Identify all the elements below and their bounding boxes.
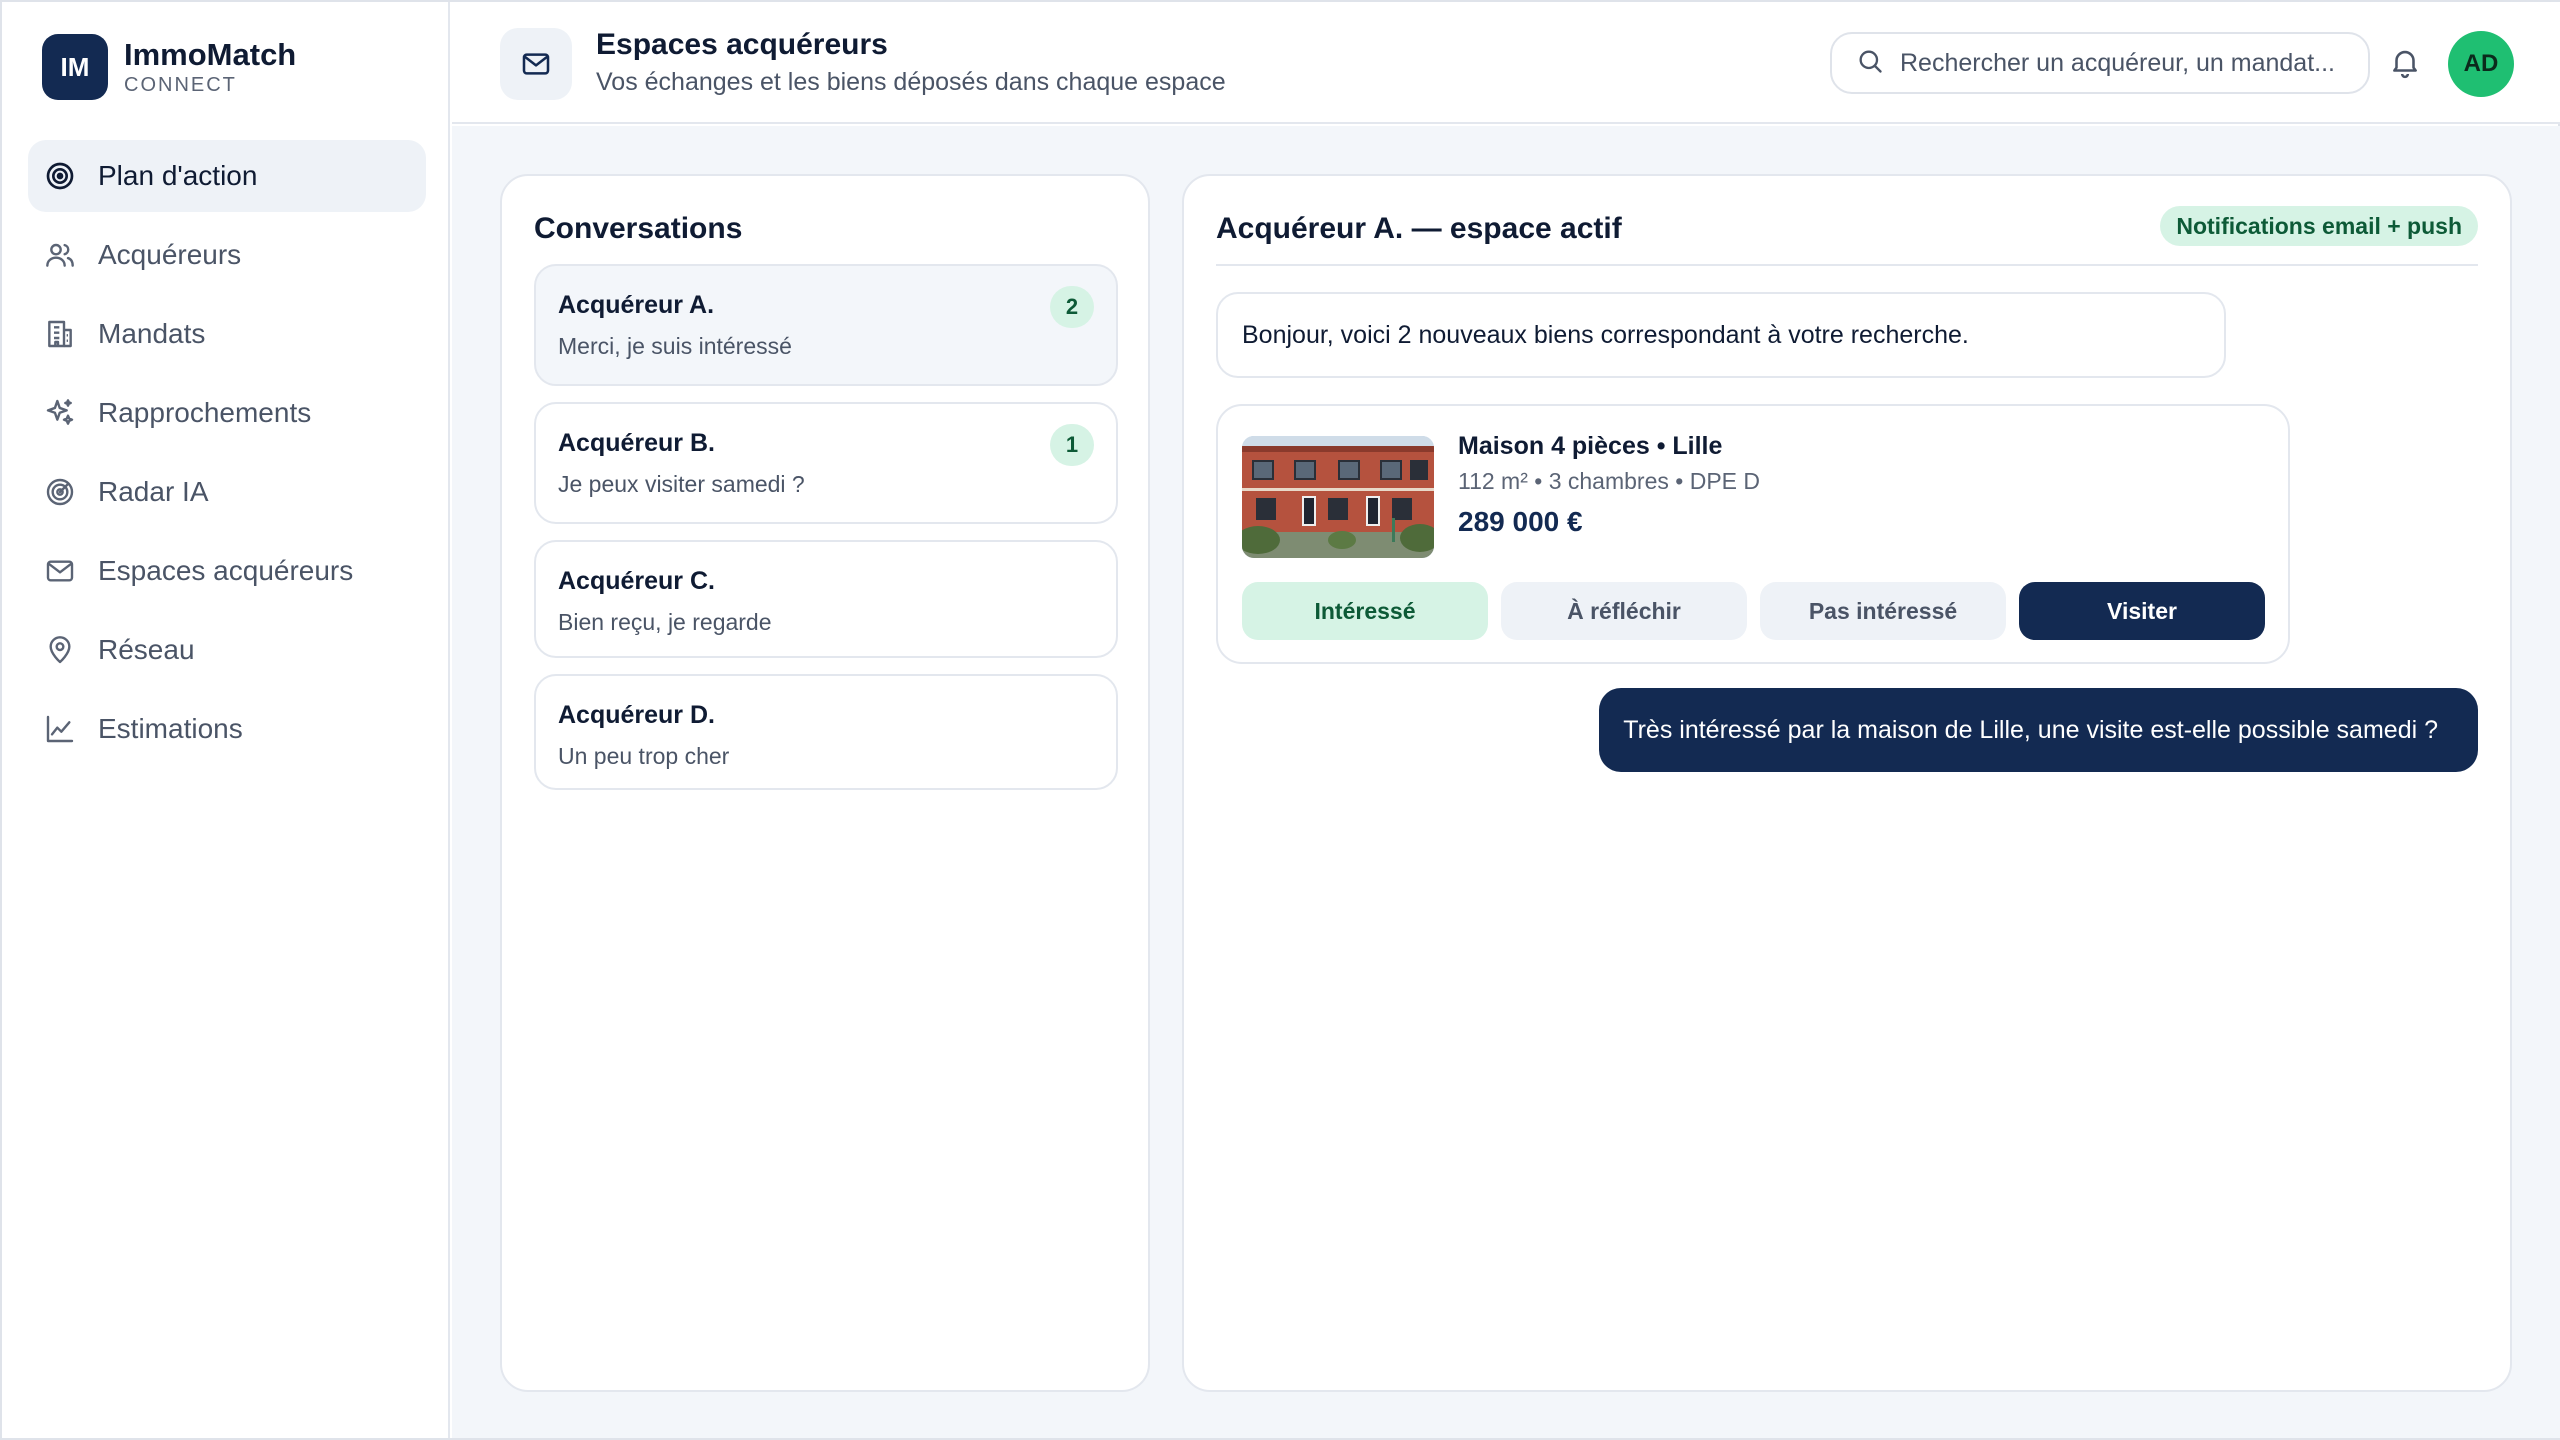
sidebar-item-label: Réseau (98, 634, 195, 665)
conversation-name: Acquéreur B. (558, 429, 715, 457)
chat-title: Acquéreur A. — espace actif (1216, 212, 1622, 245)
conversation-preview: Je peux visiter samedi ? (558, 471, 805, 497)
bell-icon[interactable] (2388, 45, 2422, 79)
sparkles-icon (44, 397, 76, 429)
page-subtitle: Vos échanges et les biens déposés dans c… (596, 68, 1226, 96)
search-box[interactable] (1830, 32, 2370, 94)
search-input[interactable] (1900, 48, 2360, 78)
sidebar-item-label: Rapprochements (98, 397, 312, 428)
property-actions: Intéressé À réfléchir Pas intéressé Visi… (1242, 582, 2265, 640)
brand-subtitle: CONNECT (124, 74, 237, 96)
sidebar-item-mandats[interactable]: Mandats (28, 298, 426, 370)
notification-badge: Notifications email + push (2160, 206, 2478, 246)
property-price: 289 000 € (1458, 506, 1583, 537)
unread-badge: 1 (1050, 424, 1094, 466)
target-icon (44, 160, 76, 192)
sidebar-item-rapprochements[interactable]: Rapprochements (28, 377, 426, 449)
sidebar-item-label: Plan d'action (98, 160, 258, 191)
sidebar-item-label: Mandats (98, 318, 206, 349)
chart-line-icon (44, 713, 76, 745)
conversation-list: Acquéreur A. Merci, je suis intéressé 2 … (534, 264, 1118, 806)
main-content: Conversations Acquéreur A. Merci, je sui… (452, 126, 2560, 1438)
outgoing-message: Très intéressé par la maison de Lille, u… (1599, 688, 2478, 772)
property-title: Maison 4 pièces • Lille (1458, 432, 1723, 460)
sidebar-item-plan-action[interactable]: Plan d'action (28, 140, 426, 212)
conversations-panel: Conversations Acquéreur A. Merci, je sui… (500, 174, 1150, 1392)
conversation-item[interactable]: Acquéreur D. Un peu trop cher (534, 674, 1118, 790)
brand-logo: IM (42, 34, 108, 100)
page-title: Espaces acquéreurs (596, 28, 888, 61)
property-photo[interactable] (1242, 436, 1434, 558)
sidebar-item-acquereurs[interactable]: Acquéreurs (28, 219, 426, 291)
property-card[interactable]: Maison 4 pièces • Lille 112 m² • 3 chamb… (1216, 404, 2290, 664)
conversation-name: Acquéreur A. (558, 291, 715, 319)
radar-icon (44, 476, 76, 508)
sidebar-item-label: Espaces acquéreurs (98, 555, 354, 586)
conversation-item[interactable]: Acquéreur B. Je peux visiter samedi ? 1 (534, 402, 1118, 524)
visit-button[interactable]: Visiter (2019, 582, 2265, 640)
brand[interactable]: IM ImmoMatch CONNECT (42, 34, 296, 100)
sidebar-item-reseau[interactable]: Réseau (28, 614, 426, 686)
map-pin-icon (44, 634, 76, 666)
building-icon (44, 318, 76, 350)
not-interested-button[interactable]: Pas intéressé (1760, 582, 2006, 640)
sidebar-item-label: Radar IA (98, 476, 209, 507)
property-details: 112 m² • 3 chambres • DPE D (1458, 468, 1760, 494)
conversation-name: Acquéreur D. (558, 701, 715, 729)
sidebar-item-espaces-acquereurs[interactable]: Espaces acquéreurs (28, 535, 426, 607)
divider (1216, 264, 2478, 266)
top-header: Espaces acquéreurs Vos échanges et les b… (452, 2, 2560, 124)
conversation-preview: Un peu trop cher (558, 743, 730, 769)
mail-icon (500, 28, 572, 100)
conversation-item[interactable]: Acquéreur C. Bien reçu, je regarde (534, 540, 1118, 658)
incoming-message: Bonjour, voici 2 nouveaux biens correspo… (1216, 292, 2226, 378)
sidebar-item-radar-ia[interactable]: Radar IA (28, 456, 426, 528)
conversation-name: Acquéreur C. (558, 567, 715, 595)
sidebar: IM ImmoMatch CONNECT Plan d'action Acqué… (2, 2, 450, 1438)
sidebar-item-label: Acquéreurs (98, 239, 242, 270)
unread-badge: 2 (1050, 286, 1094, 328)
conversation-preview: Bien reçu, je regarde (558, 609, 772, 635)
interested-button[interactable]: Intéressé (1242, 582, 1488, 640)
sidebar-item-estimations[interactable]: Estimations (28, 693, 426, 765)
brand-text: ImmoMatch CONNECT (124, 37, 296, 97)
avatar[interactable]: AD (2448, 31, 2514, 97)
conversation-item[interactable]: Acquéreur A. Merci, je suis intéressé 2 (534, 264, 1118, 386)
conversations-title: Conversations (534, 212, 743, 245)
conversation-preview: Merci, je suis intéressé (558, 333, 792, 359)
users-icon (44, 239, 76, 271)
search-icon (1856, 47, 1884, 80)
think-button[interactable]: À réfléchir (1501, 582, 1747, 640)
app-window: IM ImmoMatch CONNECT Plan d'action Acqué… (0, 0, 2560, 1440)
mail-icon (44, 555, 76, 587)
brand-name: ImmoMatch (124, 37, 297, 72)
sidebar-nav: Plan d'action Acquéreurs Mandats Rapproc… (28, 140, 426, 772)
chat-panel: Acquéreur A. — espace actif Notification… (1182, 174, 2512, 1392)
sidebar-item-label: Estimations (98, 713, 243, 744)
